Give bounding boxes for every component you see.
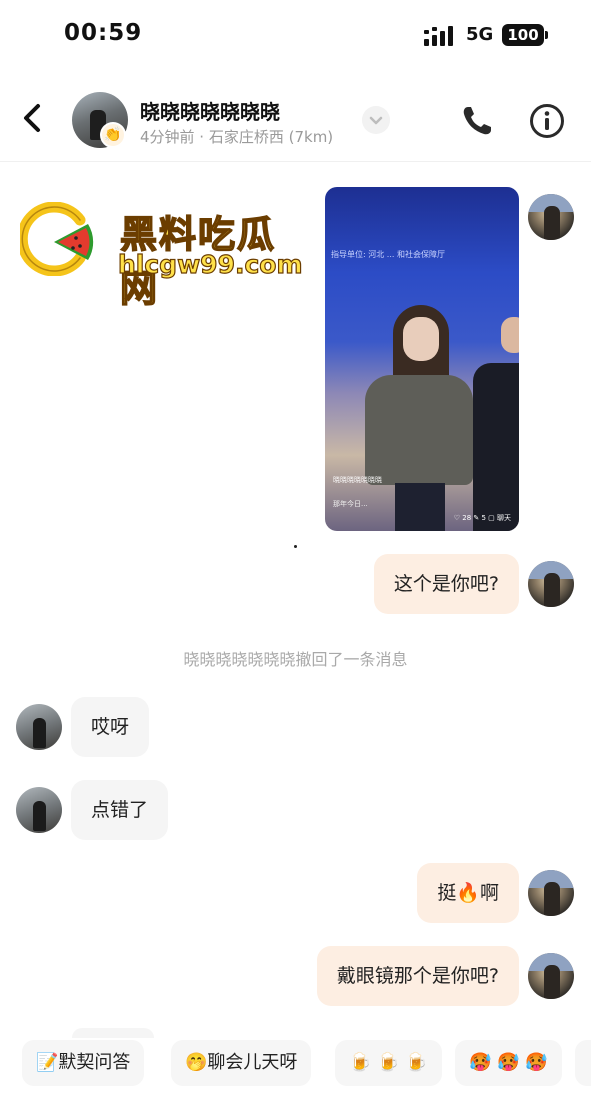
photo-overlay-stats: ♡ 28 ✎ 5 ▢ 聊天 [453, 514, 511, 522]
photo-message[interactable]: 指导单位: 河北 ... 和社会保障厅 晓晓晓晓晓晓晓 那年今日... ♡ 28… [325, 187, 519, 531]
watermark: 黑料吃瓜网 hlcgw99.com [20, 200, 310, 311]
info-icon[interactable] [529, 103, 565, 139]
message-bubble-other[interactable]: 哎呀 [71, 697, 150, 757]
quick-reply-bar: 📝默契问答 🤭聊会儿天呀 🍺 🍺 🍺 🥵 🥵 🥵 [0, 1030, 591, 1103]
battery-indicator: 100 [502, 24, 544, 46]
memo-icon: 📝 [36, 1052, 59, 1073]
quick-reply-label: 聊会儿天呀 [207, 1052, 298, 1073]
avatar-badge: 👏 [100, 122, 126, 148]
my-avatar[interactable] [528, 561, 574, 607]
chat-screen: 00:59 5G 100 👏 晓晓晓晓晓晓晓 4分钟前 · 石家庄桥西 (7km… [0, 0, 591, 1103]
photo-overlay-caption: 那年今日... [333, 500, 368, 508]
message-bubble-me[interactable]: 这个是你吧? [373, 554, 519, 614]
network-type: 5G [466, 24, 494, 45]
stray-dot [294, 545, 297, 548]
recall-notice: 晓晓晓晓晓晓晓撤回了一条消息 [183, 650, 408, 669]
phone-icon[interactable] [460, 104, 494, 138]
quick-reply-label: 默契问答 [58, 1052, 131, 1073]
quick-reply-chip[interactable]: 🥵 🥵 🥵 [455, 1040, 562, 1086]
my-avatar[interactable] [528, 870, 574, 916]
contact-avatar-small[interactable] [16, 787, 62, 833]
message-bubble-me[interactable]: 挺🔥啊 [417, 863, 519, 923]
watermark-url: hlcgw99.com [117, 249, 303, 279]
my-avatar[interactable] [528, 194, 574, 240]
chevron-down-icon[interactable] [362, 106, 390, 134]
photo-screen-text: 指导单位: 河北 ... 和社会保障厅 [331, 250, 445, 259]
quick-reply-chip[interactable]: 🤭聊会儿天呀 [171, 1040, 312, 1086]
photo-person-man [473, 317, 519, 531]
battery-nub [545, 31, 548, 39]
back-arrow-icon[interactable] [18, 100, 48, 136]
signal-icon [424, 26, 453, 46]
message-bubble-me[interactable]: 戴眼镜那个是你吧? [316, 946, 519, 1006]
chat-header: 👏 晓晓晓晓晓晓晓 4分钟前 · 石家庄桥西 (7km) [0, 80, 591, 162]
contact-status: 4分钟前 · 石家庄桥西 (7km) [140, 128, 334, 146]
watermelon-logo-icon [20, 202, 94, 276]
quick-reply-label: 🥵 🥵 🥵 [469, 1052, 548, 1073]
smile-icon: 🤭 [185, 1052, 208, 1073]
status-bar: 00:59 5G 100 [0, 0, 591, 70]
photo-overlay-user: 晓晓晓晓晓晓晓 [333, 476, 382, 484]
my-avatar[interactable] [528, 953, 574, 999]
status-time: 00:59 [64, 20, 143, 46]
quick-reply-label: 🍺 🍺 🍺 [349, 1052, 428, 1073]
quick-reply-chip[interactable]: 🍺 🍺 🍺 [335, 1040, 442, 1086]
quick-reply-chip-partial[interactable] [575, 1040, 591, 1086]
contact-avatar-small[interactable] [16, 704, 62, 750]
contact-name[interactable]: 晓晓晓晓晓晓晓 [140, 96, 280, 125]
photo-person-woman [365, 305, 473, 531]
message-bubble-other[interactable]: 点错了 [71, 780, 169, 840]
quick-reply-chip[interactable]: 📝默契问答 [22, 1040, 145, 1086]
